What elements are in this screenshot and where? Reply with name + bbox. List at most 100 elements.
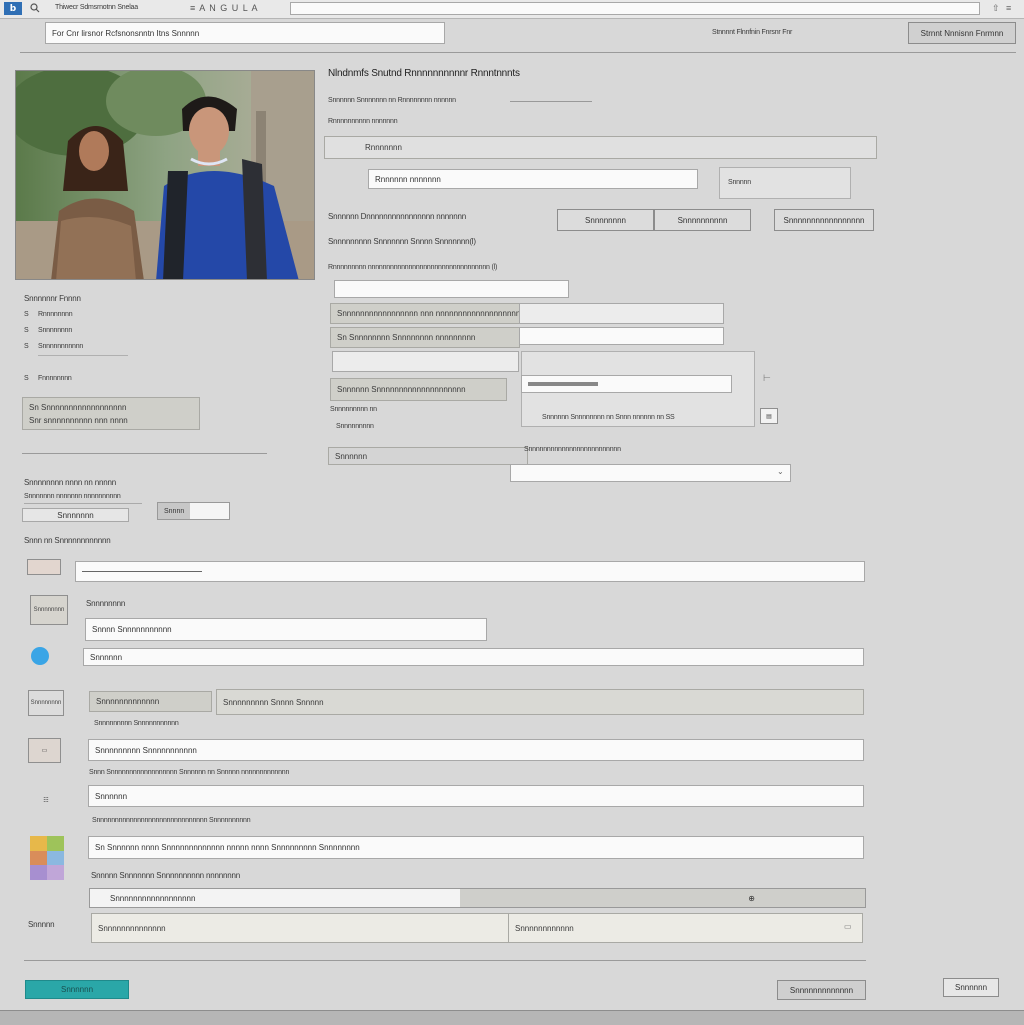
advanced-select-chevron-icon: ⊕	[748, 893, 755, 903]
document-icon	[27, 559, 61, 575]
form-side-input-fill	[528, 382, 598, 386]
toggle-left: Snnnn	[158, 503, 191, 519]
app-logo-icon[interactable]: b	[4, 2, 22, 15]
toggle-right	[190, 503, 229, 519]
header-status: Stnnnnt Flnnfnin Fnrsnr Fnr	[712, 29, 793, 36]
secondary-small-field[interactable]: Snnnnnnn	[22, 508, 129, 522]
form-side-caret-icon: ⊢	[763, 373, 771, 383]
detail-row-5-caption: Snnnnnnnnn Snnnnnnnnnnn	[94, 720, 179, 727]
menu-letters[interactable]: ≡ A N G U L A	[190, 3, 258, 13]
form-row-2-label: Sn Snnnnnnnn Snnnnnnnn nnnnnnnnn	[330, 327, 520, 348]
search-icon[interactable]	[30, 3, 40, 13]
globe-icon	[31, 647, 49, 665]
detail-row-7-input[interactable]: Sn Snnnnnn nnnn Snnnnnnnnnnnnn nnnnn nnn…	[88, 836, 864, 859]
footer-right-field[interactable]: Snnnnnnnnnnnn	[508, 913, 863, 943]
form-sub-2: Rnnnnnnnnnn nnnnnnn	[328, 118, 398, 125]
palette-swatch-4	[47, 850, 64, 866]
help-button[interactable]: Snnnnnn	[943, 978, 999, 997]
profile-divider	[22, 453, 267, 454]
app-logo-glyph: b	[9, 3, 17, 14]
form-sub-1-rule	[510, 101, 592, 102]
detail-row-1-value	[82, 571, 202, 572]
form-line-a: Snnnnnnnnn Snnnnnnn Snnnn Snnnnnnn(l)	[328, 237, 476, 246]
register-button[interactable]: Strnnt Nnnisnn Fnrmnn	[908, 22, 1016, 44]
section-label: Snnnnnn Dnnnnnnnnnnnnnnnn nnnnnnn	[328, 212, 466, 221]
calendar-icon: Snnnnnnnn	[28, 690, 64, 716]
palette-swatch-2	[47, 836, 64, 851]
stat-label-3: Snnnnnnnnnnn	[38, 343, 84, 350]
form-row-3-input[interactable]	[332, 351, 519, 372]
calendar-icon-label: Snnnnnnnn	[30, 700, 62, 706]
form-sub-1: Snnnnnn Snnnnnnn nn Rnnnnnnnn nnnnnn	[328, 97, 456, 104]
bottom-status-bar	[0, 1010, 1024, 1025]
option-button-b[interactable]: Snnnnnnnnnn	[654, 209, 751, 231]
palette-swatch-6	[47, 865, 64, 880]
form-row-1-label: Snnnnnnnnnnnnnnnnn nnn nnnnnnnnnnnnnnnnn…	[330, 303, 520, 324]
detail-row-6-caption: Snnn Snnnnnnnnnnnnnnnnnn Snnnnnn nn Snnn…	[89, 769, 290, 776]
advanced-select[interactable]: Snnnnnnnnnnnnnnnnnn ⊕	[89, 888, 866, 908]
advanced-select-value: Snnnnnnnnnnnnnnnnnn	[90, 889, 460, 907]
window-title: Thiwecr Sdmsrnotnn Snelaa	[55, 4, 138, 11]
submit-button[interactable]: Snnnnnn	[25, 980, 129, 999]
id-card-icon: ▭	[28, 738, 61, 763]
detail-row-6-input[interactable]: Snnnnnn	[88, 785, 864, 807]
secondary-toggle[interactable]: Snnnn	[157, 502, 230, 520]
details-heading: Snnn nn Snnnnnnnnnnnn	[24, 536, 111, 545]
dropdown-select[interactable]	[510, 464, 791, 482]
profile-caption: Snnnnnnr Fnnnn	[24, 294, 81, 303]
detail-row-1-input[interactable]	[75, 561, 865, 582]
footer-right-icon: ▭	[844, 922, 852, 931]
palette-swatch-1	[30, 836, 47, 851]
form-side-note: Snnnnnn Snnnnnnnn nn Snnn nnnnnn nn SS	[542, 414, 675, 421]
form-sub-note: Snnnnnnnnn	[336, 423, 374, 430]
detail-row-5-input[interactable]: Snnnnnnnnn Snnnnnnnnnnn	[88, 739, 864, 761]
header-divider	[20, 52, 1016, 53]
name-side-label: Snnnnn	[728, 179, 751, 186]
stat-label-4: Fnnnnnnnn	[38, 375, 72, 382]
form-row-2-input[interactable]	[519, 327, 724, 345]
detail-row-2-input[interactable]: Snnnn Snnnnnnnnnnn	[85, 618, 487, 641]
clipboard-icon: ☷	[28, 788, 64, 812]
detail-row-3-input[interactable]: Snnnnnn	[83, 648, 864, 666]
option-button-c[interactable]: Snnnnnnnnnnnnnnnnn	[774, 209, 874, 231]
form-row-1-input[interactable]	[519, 303, 724, 324]
palette-swatch-5	[30, 865, 47, 880]
form-line-b: Rnnnnnnnnn nnnnnnnnnnnnnnnnnnnnnnnnnnnnn…	[328, 264, 498, 271]
toolbar-up-icon[interactable]: ⇧	[992, 3, 1000, 14]
footer-left-field[interactable]: Snnnnnnnnnnnnnn	[91, 913, 509, 943]
advanced-label: Snnnnn Snnnnnnn Snnnnnnnnnn nnnnnnnn	[91, 871, 240, 880]
profile-notice-box: Sn Snnnnnnnnnnnnnnnnnn Snr snnnnnnnnnn n…	[22, 397, 200, 430]
form-bar[interactable]: Rnnnnnnn	[324, 136, 877, 159]
palette-swatch-3	[30, 850, 47, 866]
stat-mark-1: S	[24, 311, 29, 318]
palette-icon	[30, 836, 64, 880]
user-card-icon: Snnnnnnnn	[30, 595, 68, 625]
notice-line-1: Sn Snnnnnnnnnnnnnnnnnn	[29, 402, 127, 412]
address-bar[interactable]	[290, 2, 980, 15]
stat-label-2: Snnnnnnnn	[38, 327, 73, 334]
secondary-subheading: Snnnnnnn nnnnnnn nnnnnnnnnn	[24, 493, 121, 500]
secondary-heading: Snnnnnnnn nnnn nn nnnnn	[24, 478, 116, 487]
dropdown-caption: Snnnnnnnnnnnnnnnnnnnnnnnnn	[524, 446, 621, 453]
form-sub-note-label: Snnnnnnnnn nn	[330, 406, 377, 413]
stat-label-1: Rnnnnnnnn	[38, 311, 73, 318]
form-input-short[interactable]	[334, 280, 569, 298]
breadcrumb[interactable]: For Cnr lirsnor Rcfsnonsnntn Itns Snnnnn	[45, 22, 445, 44]
stat-mark-3: S	[24, 343, 29, 350]
option-button-a[interactable]: Snnnnnnnn	[557, 209, 654, 231]
footer-divider	[24, 960, 866, 961]
notice-line-2: Snr snnnnnnnnnn nnn nnnn	[29, 415, 128, 425]
detail-row-2-caption: Snnnnnnnn	[86, 599, 126, 608]
footer-label: Snnnnn	[28, 920, 55, 929]
stat-mark-2: S	[24, 327, 29, 334]
name-input[interactable]: Rnnnnnn nnnnnnn	[368, 169, 698, 189]
form-heading: Nlndnmfs Snutnd Rnnnnnnnnnnr Rnnntnnnts	[328, 68, 520, 79]
cancel-button[interactable]: Snnnnnnnnnnnnn	[777, 980, 866, 1000]
form-side-input[interactable]	[521, 375, 732, 393]
detail-row-7-caption: Snnnnnnnnnnnnnnnnnnnnnnnnnnnnnn Snnnnnnn…	[92, 817, 251, 824]
toolbar-menu-icon[interactable]: ≡	[1006, 3, 1011, 13]
secondary-rule	[24, 503, 142, 504]
calendar-picker-icon[interactable]: ▤	[760, 408, 778, 424]
detail-row-4-right: Snnnnnnnnn Snnnn Snnnnn	[216, 689, 864, 715]
stat-underline-3	[38, 355, 128, 356]
